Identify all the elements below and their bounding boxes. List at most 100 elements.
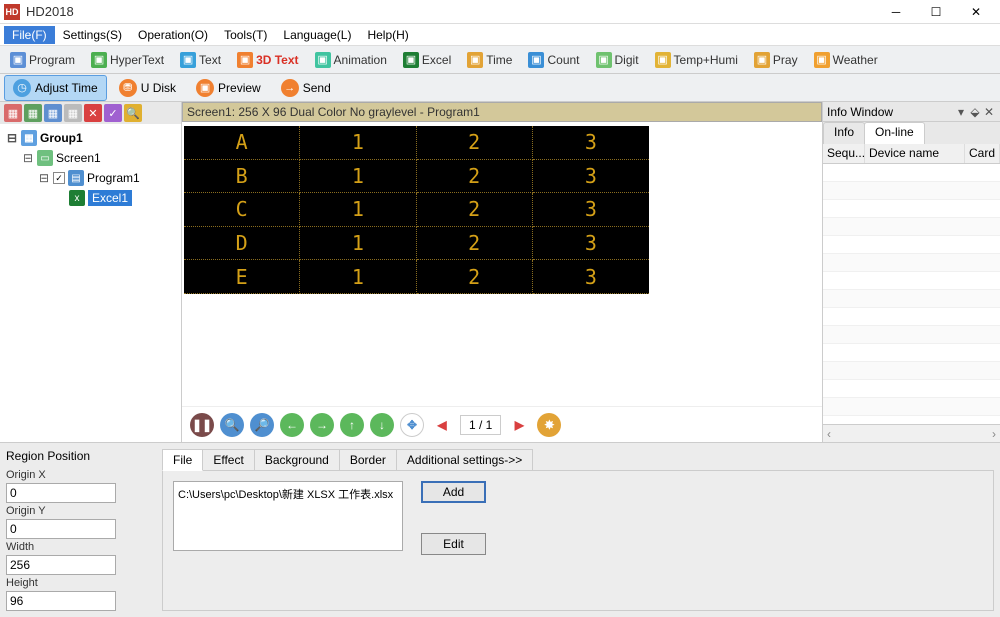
toolbtn-weather[interactable]: ▣Weather — [808, 50, 884, 70]
tab-online[interactable]: On-line — [864, 122, 925, 144]
menu-tools[interactable]: Tools(T) — [216, 26, 275, 44]
tab-background[interactable]: Background — [254, 449, 340, 471]
table-row — [823, 182, 1000, 200]
app-title: HD2018 — [26, 4, 876, 19]
tab-additional[interactable]: Additional settings->> — [396, 449, 533, 471]
info-pin-icon[interactable]: ⬙ — [968, 105, 982, 119]
toolbtn-digit[interactable]: ▣Digit — [590, 50, 645, 70]
tree-program-label: Program1 — [87, 171, 140, 185]
toolbtn-animation[interactable]: ▣Animation — [309, 50, 393, 70]
bottom-panel: Region Position Origin X Origin Y Width … — [0, 442, 1000, 617]
menu-file[interactable]: File(F) — [4, 26, 55, 44]
page-indicator: 1 / 1 — [460, 415, 501, 435]
small-icon-3[interactable]: ▦ — [64, 104, 82, 122]
info-dropdown-icon[interactable]: ▾ — [954, 105, 968, 119]
actionbtn-send[interactable]: →Send — [273, 76, 339, 100]
zoom-in-button[interactable]: 🔍 — [220, 413, 244, 437]
label-height: Height — [6, 577, 150, 589]
led-cell: B — [184, 160, 300, 194]
nav-right-button[interactable]: → — [310, 413, 334, 437]
tree-screen[interactable]: ⊟ ▭ Screen1 — [4, 148, 177, 168]
preview-nav: ❚❚ 🔍 🔎 ← → ↑ ↓ ✥ ◀ 1 / 1 ▶ ✸ — [182, 406, 822, 442]
small-icon-2[interactable]: ▦ — [44, 104, 62, 122]
led-cell: 1 — [300, 260, 416, 294]
tree-program[interactable]: ⊟ ✓ ▤ Program1 — [4, 168, 177, 188]
nav-down-button[interactable]: ↓ — [370, 413, 394, 437]
small-icon-4[interactable]: ✕ — [84, 104, 102, 122]
tab-border[interactable]: Border — [339, 449, 397, 471]
led-cell: 2 — [417, 260, 533, 294]
small-icon-1[interactable]: ▦ — [24, 104, 42, 122]
3dtext-icon: ▣ — [237, 52, 253, 68]
nav-left-button[interactable]: ← — [280, 413, 304, 437]
project-tree: ⊟ ▦ Group1 ⊟ ▭ Screen1 ⊟ ✓ ▤ Program1 x … — [0, 124, 182, 442]
settings-nav-button[interactable]: ✸ — [537, 413, 561, 437]
pause-button[interactable]: ❚❚ — [190, 413, 214, 437]
led-cell: C — [184, 193, 300, 227]
info-scrollbar[interactable]: ‹› — [823, 424, 1000, 442]
actionbtn-udisk[interactable]: ⛃U Disk — [111, 76, 184, 100]
input-height[interactable] — [6, 591, 116, 611]
small-icon-0[interactable]: ▦ — [4, 104, 22, 122]
next-page-button[interactable]: ▶ — [507, 413, 531, 437]
toolbtn-excel[interactable]: ▣Excel — [397, 50, 457, 70]
col-card[interactable]: Card — [965, 144, 1000, 163]
info-grid-header: Sequ... Device name Card — [823, 144, 1000, 164]
nav-up-button[interactable]: ↑ — [340, 413, 364, 437]
input-origin-y[interactable] — [6, 519, 116, 539]
menu-operation[interactable]: Operation(O) — [130, 26, 216, 44]
info-title-text: Info Window — [827, 105, 893, 119]
edit-button[interactable]: Edit — [421, 533, 486, 555]
toolbtn-count[interactable]: ▣Count — [522, 50, 585, 70]
tab-effect[interactable]: Effect — [202, 449, 254, 471]
tree-excel-item[interactable]: x Excel1 — [4, 188, 177, 208]
led-cell: D — [184, 227, 300, 261]
toolbtn-program[interactable]: ▣Program — [4, 50, 81, 70]
add-button[interactable]: Add — [421, 481, 486, 503]
program-checkbox[interactable]: ✓ — [53, 172, 65, 184]
table-row — [823, 218, 1000, 236]
zoom-out-button[interactable]: 🔎 — [250, 413, 274, 437]
small-icon-5[interactable]: ✓ — [104, 104, 122, 122]
actionbtn-preview[interactable]: ▣Preview — [188, 76, 269, 100]
table-row — [823, 398, 1000, 416]
hypertext-icon: ▣ — [91, 52, 107, 68]
maximize-button[interactable]: ☐ — [916, 0, 956, 24]
toolbtn-pray[interactable]: ▣Pray — [748, 50, 804, 70]
toolbtn-hypertext[interactable]: ▣HyperText — [85, 50, 170, 70]
tree-group[interactable]: ⊟ ▦ Group1 — [4, 128, 177, 148]
table-row — [823, 380, 1000, 398]
tab-info[interactable]: Info — [823, 122, 865, 144]
actionbtn-adjust-time[interactable]: ◷Adjust Time — [4, 75, 107, 101]
input-width[interactable] — [6, 555, 116, 575]
label-origin-y: Origin Y — [6, 505, 150, 517]
info-close-icon[interactable]: ✕ — [982, 105, 996, 119]
close-button[interactable]: ✕ — [956, 0, 996, 24]
input-origin-x[interactable] — [6, 483, 116, 503]
tab-file[interactable]: File — [162, 449, 203, 471]
toolbtn-text[interactable]: ▣Text — [174, 50, 227, 70]
col-sequence[interactable]: Sequ... — [823, 144, 865, 163]
expand-icon[interactable]: ⊟ — [22, 151, 34, 165]
program-icon: ▣ — [10, 52, 26, 68]
small-icon-6[interactable]: 🔍 — [124, 104, 142, 122]
minimize-button[interactable]: ─ — [876, 0, 916, 24]
prev-page-button[interactable]: ◀ — [430, 413, 454, 437]
toolbtn-time[interactable]: ▣Time — [461, 50, 518, 70]
expand-icon[interactable]: ⊟ — [38, 171, 50, 185]
menu-settings[interactable]: Settings(S) — [55, 26, 130, 44]
file-list[interactable]: C:\Users\pc\Desktop\新建 XLSX 工作表.xlsx — [173, 481, 403, 551]
menu-help[interactable]: Help(H) — [359, 26, 416, 44]
led-cell: 2 — [417, 227, 533, 261]
send-icon: → — [281, 79, 299, 97]
toolbtn-temphumi[interactable]: ▣Temp+Humi — [649, 50, 744, 70]
expand-icon[interactable]: ⊟ — [6, 131, 18, 145]
col-device-name[interactable]: Device name — [865, 144, 965, 163]
tree-excel-label: Excel1 — [88, 190, 132, 206]
toolbtn-3dtext[interactable]: ▣3D Text — [231, 50, 304, 70]
move-button[interactable]: ✥ — [400, 413, 424, 437]
menu-language[interactable]: Language(L) — [275, 26, 359, 44]
led-cell: 3 — [533, 227, 649, 261]
led-cell: 1 — [300, 193, 416, 227]
led-cell: 2 — [417, 126, 533, 160]
